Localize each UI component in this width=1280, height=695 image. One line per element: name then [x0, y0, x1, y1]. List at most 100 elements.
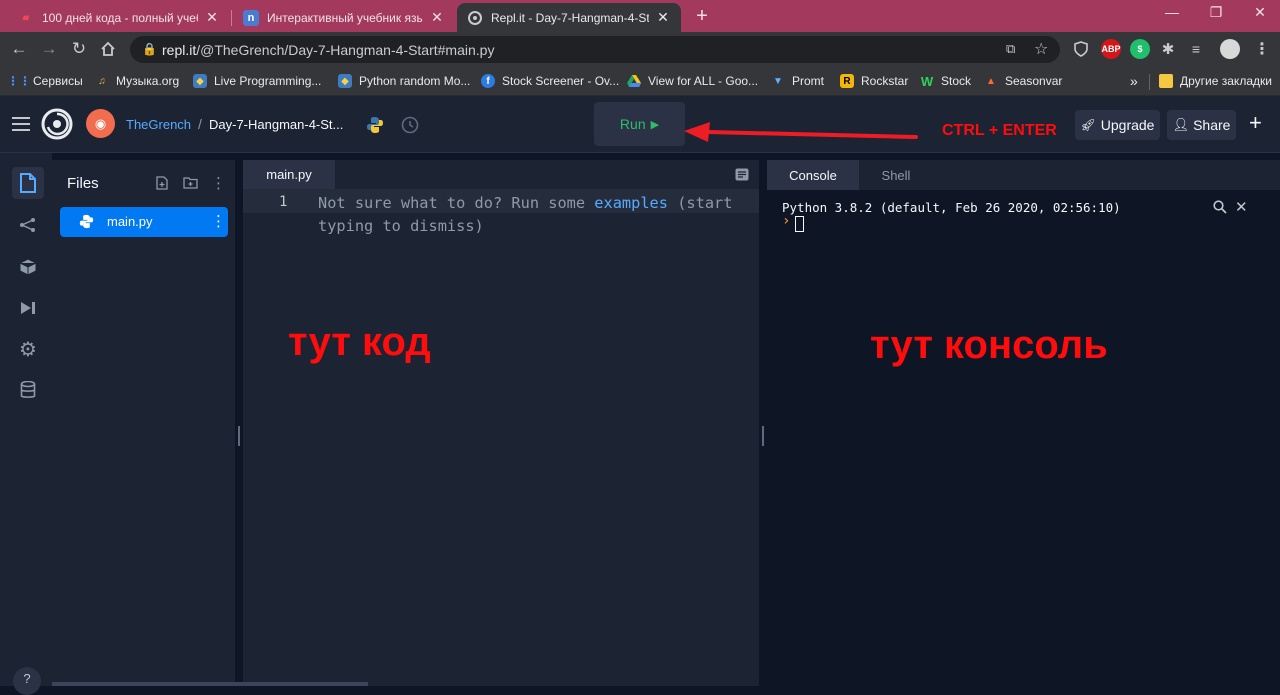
bookmark-label: Stock Screener - Ov...	[502, 74, 620, 88]
horizontal-scrollbar[interactable]	[52, 682, 368, 686]
back-icon[interactable]: ←	[8, 38, 30, 60]
bookmark-item[interactable]: f Stock Screener - Ov...	[481, 72, 619, 90]
tab-shell[interactable]: Shell	[859, 160, 933, 190]
tab-main-py[interactable]: main.py	[243, 160, 335, 189]
new-tab-button[interactable]: +	[691, 5, 713, 27]
console-annotation: тут консоль	[870, 323, 1108, 367]
tab-console[interactable]: Console	[767, 160, 859, 190]
file-icon	[20, 173, 36, 193]
profile-avatar[interactable]	[1220, 39, 1240, 59]
settings-sidebar-button[interactable]: ⚙	[12, 333, 44, 365]
home-icon[interactable]	[97, 38, 119, 60]
browser-tab-3[interactable]: Repl.it - Day-7-Hangman-4-Start ✕	[457, 3, 681, 32]
bookmark-item[interactable]: ▼ Promt	[771, 72, 824, 90]
w-icon: W	[920, 73, 934, 89]
window-close-icon[interactable]: ✕	[1248, 4, 1272, 21]
prompt-marker: ›	[782, 213, 791, 229]
bookmark-item[interactable]: View for ALL - Goo...	[627, 72, 758, 90]
avatar[interactable]: ◉	[86, 109, 115, 138]
history-icon[interactable]	[400, 115, 420, 140]
shield-icon[interactable]	[1071, 39, 1091, 59]
panel-divider-left[interactable]	[235, 160, 243, 686]
python-icon	[79, 214, 94, 234]
bookmarks-more-button[interactable]: »	[1130, 72, 1138, 90]
bookmark-item[interactable]: ◆ Python random Mo...	[338, 72, 470, 90]
seasonvar-icon: ▲	[986, 75, 996, 87]
file-menu-kebab-icon[interactable]: ⋮	[211, 212, 226, 230]
format-code-icon[interactable]	[735, 168, 749, 186]
run-button[interactable]: Run ▶	[594, 102, 685, 146]
forward-icon[interactable]: →	[38, 38, 60, 60]
console-cursor[interactable]	[795, 216, 804, 232]
reload-icon[interactable]: ↻	[68, 38, 90, 60]
database-sidebar-button[interactable]	[12, 374, 44, 406]
green-extension-icon[interactable]: $	[1130, 39, 1150, 59]
owner-username[interactable]: TheGrench	[126, 117, 191, 132]
puzzle-icon[interactable]: ✱	[1158, 39, 1178, 59]
bookmark-label: Stock	[941, 74, 972, 88]
new-folder-icon[interactable]	[183, 176, 198, 194]
file-item-main-py[interactable]: main.py ⋮	[60, 207, 228, 237]
sidebar-icons: ⚙ ?	[0, 153, 52, 695]
bookmark-item[interactable]: ♫ Музыка.org	[95, 72, 179, 90]
version-control-sidebar-button[interactable]	[12, 209, 44, 241]
python-version-line: Python 3.8.2 (default, Feb 26 2020, 02:5…	[782, 200, 1121, 215]
files-title: Files	[67, 175, 99, 192]
bookmark-label: Сервисы	[33, 74, 83, 88]
replit-logo-icon[interactable]	[41, 108, 73, 145]
editor-tabs: main.py	[243, 160, 759, 189]
bookmark-label: Python random Mo...	[359, 74, 471, 88]
translate-icon[interactable]: ⧉	[1006, 41, 1015, 57]
apps-grid-icon: ⋮⋮	[7, 74, 31, 88]
drive-icon	[627, 74, 641, 88]
resize-handle[interactable]	[238, 426, 240, 446]
clear-console-icon[interactable]: ✕	[1235, 198, 1248, 216]
browser-tab-2[interactable]: n Интерактивный учебник языка ✕	[233, 3, 455, 32]
bookmark-star-icon[interactable]: ☆	[1034, 39, 1048, 59]
database-icon	[20, 381, 36, 398]
files-sidebar-button[interactable]	[12, 167, 44, 199]
other-bookmarks[interactable]: Другие закладки	[1159, 72, 1272, 90]
menu-kebab-icon[interactable]: ⋮	[1252, 39, 1272, 59]
bookmark-item[interactable]: R Rockstar	[840, 72, 908, 90]
help-button[interactable]: ?	[13, 667, 41, 695]
abp-icon[interactable]: ABP	[1101, 39, 1121, 59]
file-name: main.py	[107, 214, 153, 229]
shortcut-annotation: CTRL + ENTER	[942, 122, 1057, 139]
share-label: Share	[1193, 117, 1231, 133]
debugger-sidebar-button[interactable]	[12, 292, 44, 324]
upgrade-button[interactable]: 🚀︎ Upgrade	[1075, 110, 1160, 140]
panel-divider-right[interactable]	[759, 160, 767, 686]
close-icon[interactable]: ✕	[429, 9, 445, 26]
close-icon[interactable]: ✕	[204, 9, 220, 26]
line-number: 1	[279, 194, 288, 210]
browser-tab-1[interactable]: 𝓊 100 дней кода - полный учебник ✕	[8, 3, 230, 32]
add-button[interactable]: +	[1249, 110, 1262, 136]
bookmark-item[interactable]: ▲ Seasonvar	[984, 72, 1062, 90]
bookmark-item[interactable]: W Stock	[920, 72, 971, 90]
code-editor-panel: main.py 1 Not sure what to do? Run some …	[243, 160, 759, 686]
share-button[interactable]: 👤︎ Share	[1167, 110, 1236, 140]
minimize-icon[interactable]: —	[1160, 4, 1184, 20]
resize-handle[interactable]	[762, 426, 764, 446]
files-menu-kebab-icon[interactable]: ⋮	[211, 174, 226, 192]
address-bar[interactable]: 🔒 repl.it/@TheGrench/Day-7-Hangman-4-Sta…	[130, 36, 1060, 63]
red-arrow-annotation	[684, 122, 918, 142]
restore-icon[interactable]: ❐	[1204, 4, 1228, 21]
packages-sidebar-button[interactable]	[12, 251, 44, 283]
search-icon[interactable]	[1213, 200, 1227, 217]
bookmark-label: Rockstar	[861, 74, 909, 88]
hamburger-menu-icon[interactable]	[11, 116, 31, 137]
bookmark-label: Другие закладки	[1180, 74, 1272, 88]
run-label: Run	[619, 116, 646, 132]
close-icon[interactable]: ✕	[655, 9, 671, 26]
new-file-icon[interactable]	[155, 176, 169, 195]
media-queue-icon[interactable]: ≡	[1186, 39, 1206, 59]
repl-name[interactable]: Day-7-Hangman-4-St...	[209, 117, 343, 132]
editor-body[interactable]: 1 Not sure what to do? Run some examples…	[243, 189, 759, 686]
examples-link[interactable]: examples	[594, 194, 668, 212]
bookmark-item[interactable]: ◆ Live Programming...	[193, 72, 321, 90]
console-tabs: Console Shell	[767, 160, 1280, 190]
bookmark-item[interactable]: ⋮⋮ Сервисы	[7, 72, 83, 90]
files-panel: Files ⋮ main.py ⋮	[52, 160, 235, 686]
